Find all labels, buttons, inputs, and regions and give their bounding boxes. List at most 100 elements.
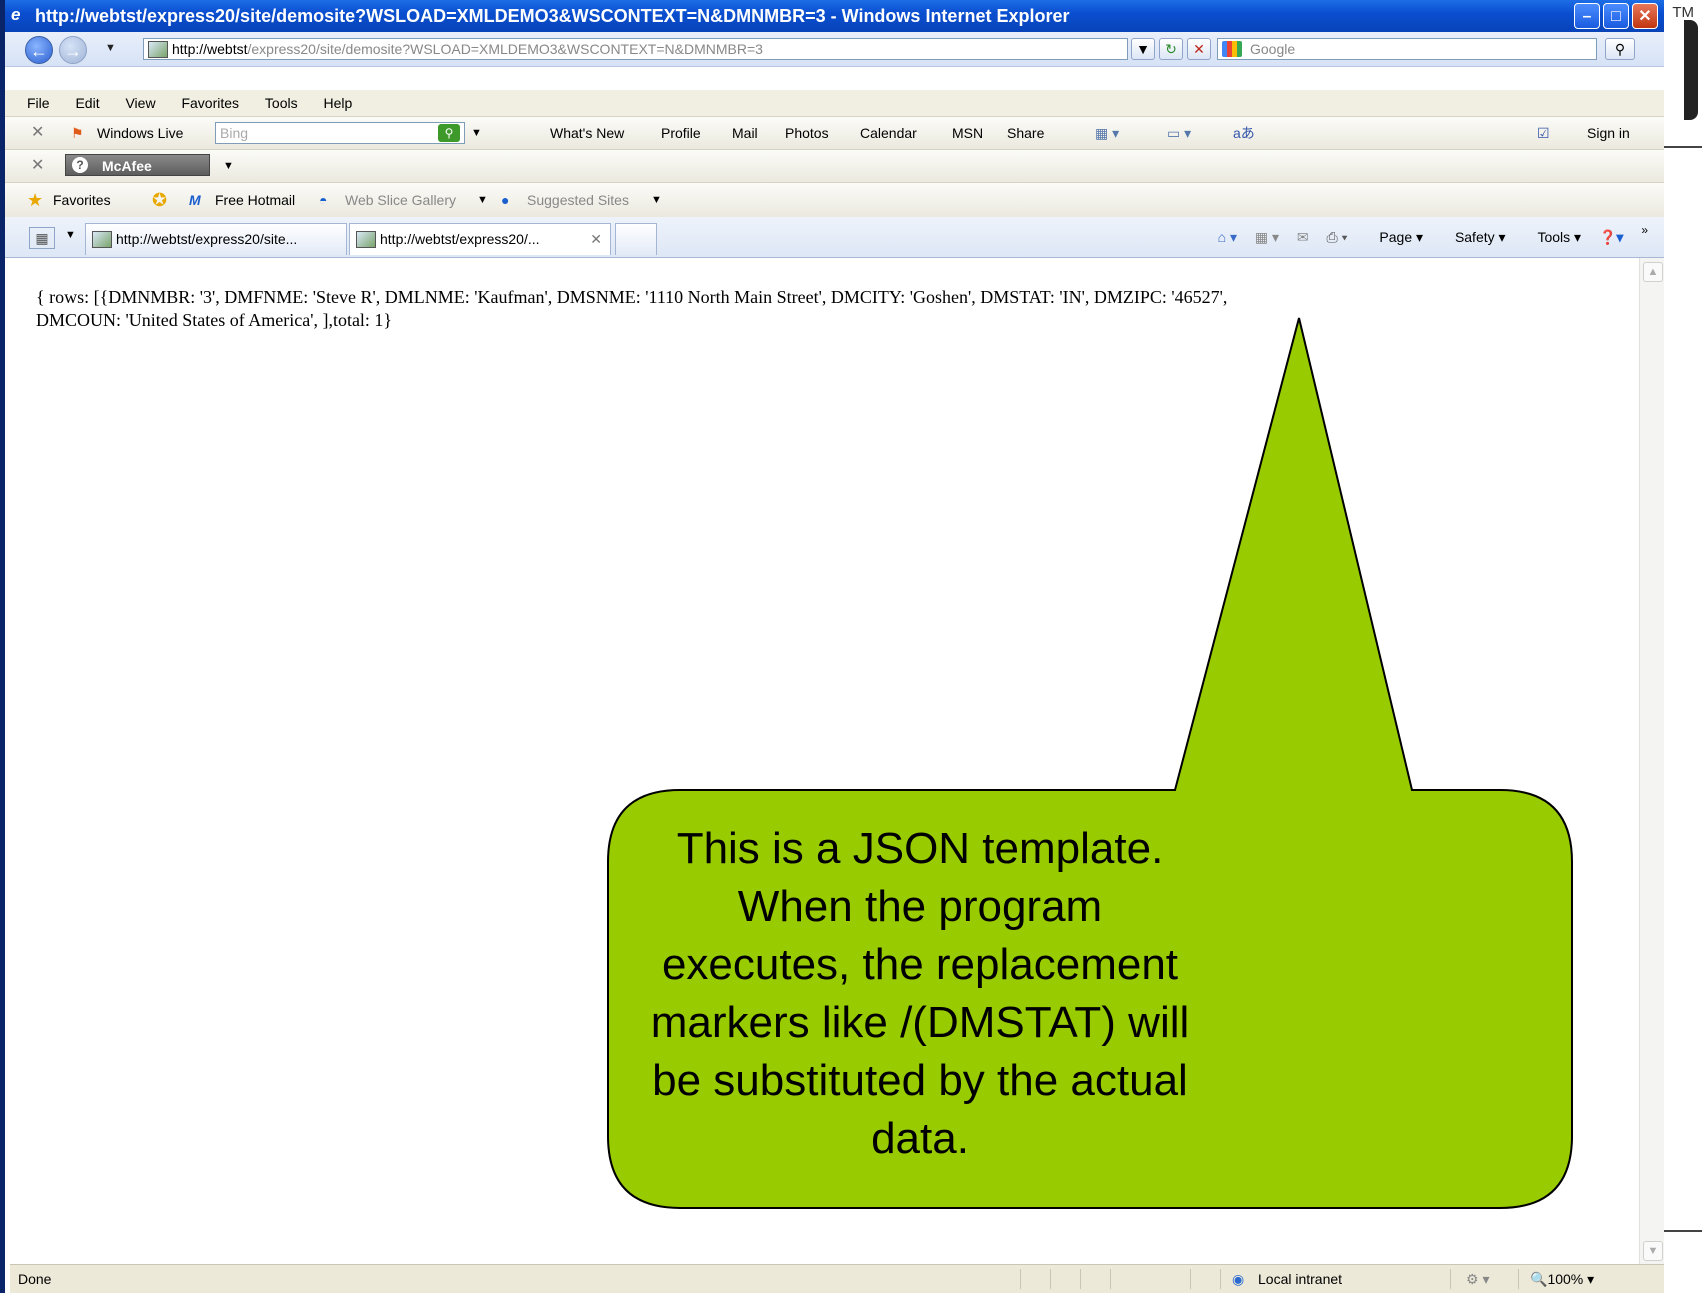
json-response: { rows: [{DMNMBR: '3', DMFNME: 'Steve R'… [36,286,1576,332]
command-bar: ⌂ ▾ ▦ ▾ ✉ ⎙ ▾ Page ▾ Safety ▾ Tools ▾ ❓▾… [1204,223,1648,250]
feeds-command-icon[interactable]: ▦ ▾ [1255,229,1279,245]
page-menu[interactable]: Page ▾ [1365,229,1423,245]
tab-2[interactable]: http://webtst/express20/... ✕ [349,223,611,255]
web-slice-icon: ◓ [319,192,328,208]
address-input[interactable]: http://webtst/express20/site/demosite?WS… [143,38,1128,60]
tools-menu-label: Tools [1537,229,1571,245]
search-button[interactable]: ⚲ [1605,38,1635,60]
search-input[interactable]: Google [1217,38,1597,60]
read-mail-icon[interactable]: ✉ [1297,229,1309,245]
slide-decoration [1684,20,1698,120]
json-line-2: DMCOUN: 'United States of America', ],to… [36,310,393,330]
zoom-control[interactable]: 🔍100% ▾ [1530,1265,1594,1293]
tab-1[interactable]: http://webtst/express20/site... [85,223,347,255]
callout-text: This is a JSON template. When the progra… [650,824,1190,1163]
link-msn[interactable]: MSN [952,117,983,149]
address-dropdown-button[interactable]: ▼ [1131,38,1155,60]
link-profile[interactable]: Profile [661,117,701,149]
link-photos[interactable]: Photos [785,117,829,149]
tab-2-label: http://webtst/express20/... [380,231,540,247]
close-mcafee-icon[interactable]: ✕ [31,150,44,182]
window-controls: – □ ✕ [1574,3,1658,29]
status-divider [1080,1269,1081,1289]
tab-2-close-icon[interactable]: ✕ [590,224,602,254]
tab-2-page-icon [356,231,376,248]
translate-icon[interactable]: aあ [1233,117,1255,149]
new-tab-button[interactable] [615,223,657,255]
home-icon[interactable]: ⌂ ▾ [1218,229,1237,245]
json-line-1: { rows: [{DMNMBR: '3', DMFNME: 'Steve R'… [36,287,1228,307]
print-icon[interactable]: ⎙ ▾ [1327,229,1348,245]
help-icon[interactable]: ❓▾ [1599,229,1623,245]
menu-favorites[interactable]: Favorites [181,95,239,111]
link-mail[interactable]: Mail [732,117,758,149]
title-bar[interactable]: e http://webtst/express20/site/demosite?… [5,0,1664,32]
sign-in-icon: ☑ [1537,125,1550,141]
back-button[interactable]: ← [25,36,53,64]
history-dropdown-icon[interactable]: ▼ [105,42,116,54]
mcafee-dropdown-icon[interactable]: ▼ [223,150,234,182]
toolbar-overflow-icon[interactable]: » [1641,223,1648,237]
tab-list-dropdown-icon[interactable]: ▼ [65,229,76,241]
maximize-button[interactable]: □ [1603,3,1629,29]
status-bar: Done ◉ Local intranet ⚙ ▾ 🔍100% ▾ [10,1264,1664,1293]
menu-bar: File Edit View Favorites Tools Help [5,90,1664,117]
protected-mode-icon[interactable]: ⚙ ▾ [1466,1265,1489,1293]
bing-dropdown-icon[interactable]: ▼ [471,117,482,149]
web-slice-dropdown-icon[interactable]: ▼ [477,183,488,217]
menu-edit[interactable]: Edit [75,95,99,111]
fav-free-hotmail[interactable]: Free Hotmail [215,183,295,217]
mcafee-button[interactable]: ? McAfee [65,154,210,176]
google-icon [1222,41,1242,57]
tools-menu[interactable]: Tools ▾ [1523,229,1581,245]
link-calendar[interactable]: Calendar [860,117,917,149]
link-whats-new[interactable]: What's New [550,117,624,149]
tab-1-page-icon [92,231,112,248]
menu-file[interactable]: File [27,95,50,111]
scroll-up-icon[interactable]: ▲ [1643,262,1663,282]
tab-row: ▦ ▼ http://webtst/express20/site... http… [5,217,1664,258]
favorites-button[interactable]: Favorites [53,183,111,217]
status-divider [1020,1269,1021,1289]
fav-web-slice-gallery[interactable]: Web Slice Gallery [345,183,456,217]
minimize-button[interactable]: – [1574,3,1600,29]
quick-tabs-icon[interactable]: ▦ [29,227,55,249]
mcafee-toolbar: ✕ ? McAfee ▼ [5,150,1664,183]
intranet-globe-icon: ◉ [1232,1271,1245,1287]
favorites-star-icon: ★ [27,190,44,210]
stop-button[interactable]: ✕ [1187,38,1211,60]
menu-help[interactable]: Help [324,95,353,111]
close-toolbar-icon[interactable]: ✕ [31,117,44,149]
refresh-button[interactable]: ↻ [1159,38,1183,60]
sign-in-link[interactable]: Sign in [1587,117,1630,149]
ie-logo-icon: e [11,5,21,24]
menu-view[interactable]: View [125,95,155,111]
favorites-bar: ★ Favorites ✪ M Free Hotmail ◓ Web Slice… [5,183,1664,217]
link-share[interactable]: Share [1007,117,1044,149]
safety-menu-label: Safety [1454,229,1495,245]
status-divider [1450,1269,1451,1289]
status-divider [1050,1269,1051,1289]
safety-menu[interactable]: Safety ▾ [1441,229,1506,245]
vertical-scrollbar[interactable]: ▲ ▼ [1639,258,1664,1265]
hotmail-icon: M [189,192,201,208]
tab-1-label: http://webtst/express20/site... [116,231,298,247]
windows-live-toolbar: ✕ ⚑ Windows Live Bing ⚲ ▼ What's New Pro… [5,117,1664,150]
page-icon [148,41,168,58]
menu-tools[interactable]: Tools [265,95,298,111]
bing-search-icon[interactable]: ⚲ [438,124,460,142]
web-slices-icon[interactable]: ▭ ▾ [1167,117,1191,149]
address-host: http://webtst [172,41,248,57]
scroll-down-icon[interactable]: ▼ [1643,1241,1663,1261]
forward-button[interactable]: → [59,36,87,64]
fav-suggested-sites[interactable]: Suggested Sites [527,183,629,217]
security-zone[interactable]: Local intranet [1258,1265,1342,1293]
close-button[interactable]: ✕ [1632,3,1658,29]
suggested-sites-dropdown-icon[interactable]: ▼ [651,183,662,217]
windows-live-brand[interactable]: Windows Live [97,117,183,149]
bing-search-input[interactable]: Bing ⚲ [215,122,465,144]
feeds-icon[interactable]: ▦ ▾ [1095,117,1119,149]
address-path: /express20/site/demosite?WSLOAD=XMLDEMO3… [247,41,763,57]
add-favorites-icon[interactable]: ✪ [152,183,167,217]
mcafee-label: McAfee [102,158,152,174]
